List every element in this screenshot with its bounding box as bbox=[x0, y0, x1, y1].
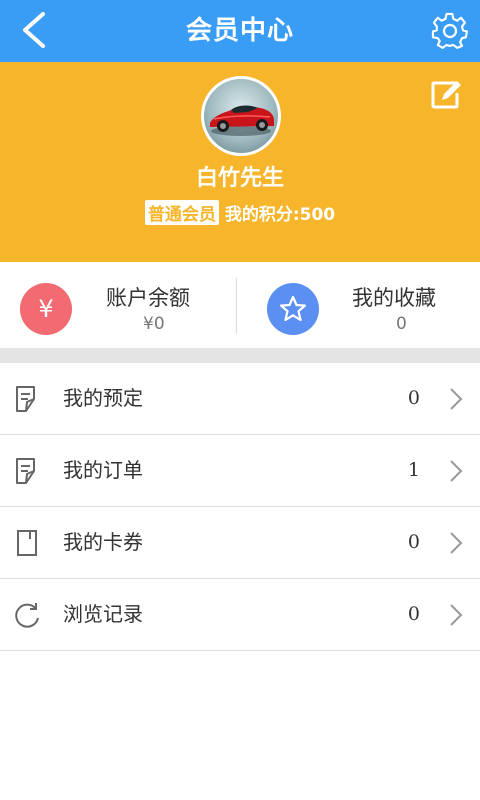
edit-icon bbox=[431, 81, 463, 109]
section-divider bbox=[0, 348, 480, 363]
star-icon bbox=[267, 283, 319, 335]
balance-label: 账户余额 bbox=[106, 286, 190, 310]
card-icon bbox=[17, 530, 37, 556]
stats-row: ¥ 账户余额 ¥0 我的收藏 0 bbox=[0, 262, 480, 348]
stats-divider bbox=[236, 278, 237, 334]
menu-list: 我的预定 0 我的订单 1 我的卡券 0 浏览记录 0 bbox=[0, 363, 480, 651]
refresh-icon bbox=[15, 603, 39, 628]
avatar[interactable] bbox=[201, 76, 281, 156]
document-icon bbox=[16, 458, 35, 484]
menu-item-label: 我的卡券 bbox=[63, 530, 143, 554]
menu-item-count: 0 bbox=[407, 387, 420, 409]
favorites-label: 我的收藏 bbox=[352, 286, 436, 310]
car-avatar-image bbox=[210, 105, 274, 136]
gear-icon bbox=[431, 12, 468, 49]
menu-item-orders[interactable]: 我的订单 1 bbox=[0, 435, 480, 507]
chevron-right-icon bbox=[450, 388, 463, 410]
page-title: 会员中心 bbox=[185, 16, 294, 46]
username: 白竹先生 bbox=[195, 166, 284, 191]
menu-item-count: 0 bbox=[407, 603, 420, 625]
member-info-row: 普通会员 我的积分:500 bbox=[0, 200, 480, 225]
settings-button[interactable] bbox=[430, 11, 470, 51]
points-text: 我的积分:500 bbox=[224, 205, 336, 225]
menu-item-history[interactable]: 浏览记录 0 bbox=[0, 579, 480, 651]
chevron-right-icon bbox=[450, 460, 463, 482]
yen-icon: ¥ bbox=[20, 283, 72, 335]
menu-item-label: 浏览记录 bbox=[63, 602, 143, 626]
edit-profile-button[interactable] bbox=[430, 78, 464, 112]
favorites-value: 0 bbox=[396, 314, 407, 334]
menu-item-count: 1 bbox=[407, 459, 420, 481]
balance-value: ¥0 bbox=[143, 314, 165, 334]
document-icon bbox=[16, 386, 35, 412]
balance-card[interactable]: ¥ 账户余额 ¥0 bbox=[0, 262, 240, 348]
profile-section: 白竹先生 普通会员 我的积分:500 bbox=[0, 62, 480, 262]
menu-item-label: 我的订单 bbox=[63, 458, 143, 482]
chevron-right-icon bbox=[450, 604, 463, 626]
menu-item-coupons[interactable]: 我的卡券 0 bbox=[0, 507, 480, 579]
member-level-badge: 普通会员 bbox=[144, 200, 219, 225]
chevron-right-icon bbox=[450, 532, 463, 554]
menu-item-reservations[interactable]: 我的预定 0 bbox=[0, 363, 480, 435]
favorites-card[interactable]: 我的收藏 0 bbox=[240, 262, 480, 348]
header-bar: 会员中心 bbox=[0, 0, 480, 62]
menu-item-count: 0 bbox=[407, 531, 420, 553]
menu-item-label: 我的预定 bbox=[63, 386, 143, 410]
